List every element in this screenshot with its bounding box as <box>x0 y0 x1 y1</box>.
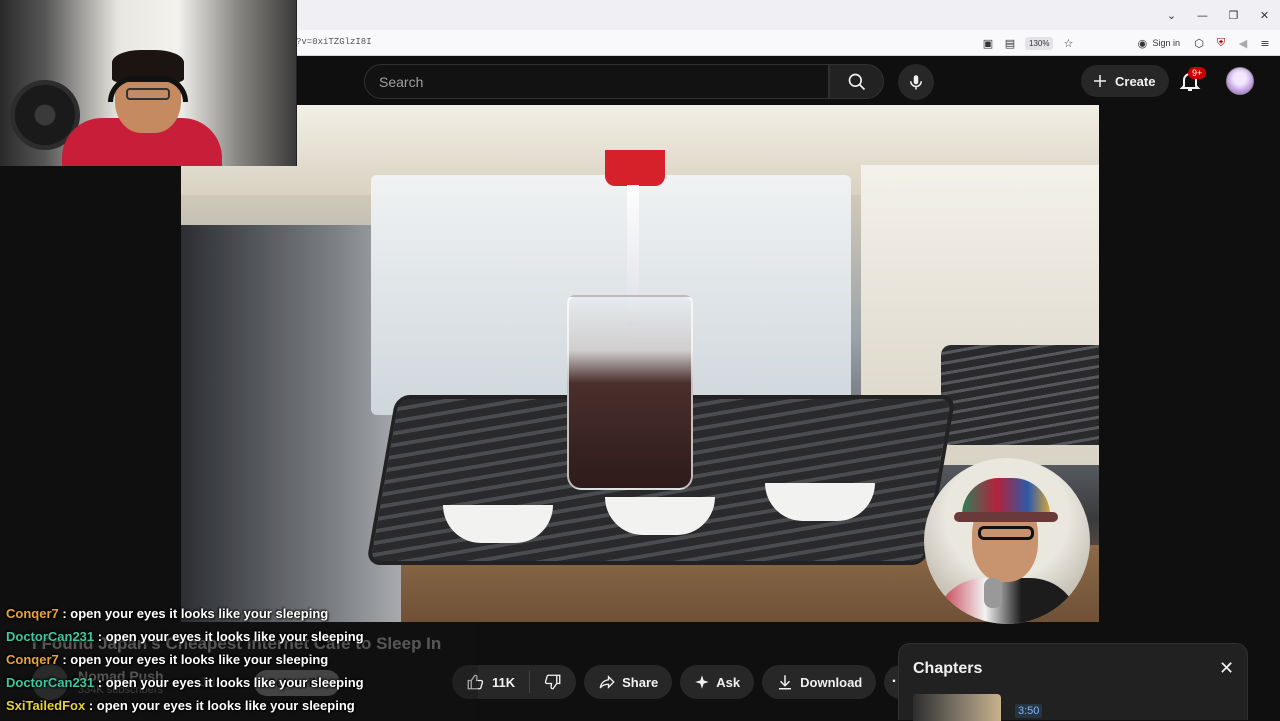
chat-text: : open your eyes it looks like your slee… <box>94 675 364 690</box>
like-count: 11K <box>492 674 516 690</box>
chat-text: : open your eyes it looks like your slee… <box>85 698 355 713</box>
video-frame-nozzle <box>605 150 665 186</box>
zoom-level[interactable]: 130% <box>1025 36 1054 50</box>
search-input[interactable] <box>365 65 828 98</box>
reader-view-icon[interactable]: ▤ <box>1003 36 1017 50</box>
chat-message: DoctorCan231 : open your eyes it looks l… <box>6 629 364 644</box>
ublock-icon[interactable]: ⛨ <box>1214 36 1228 50</box>
voice-search-button[interactable] <box>898 64 934 100</box>
share-icon <box>599 675 615 689</box>
chat-message: DoctorCan231 : open your eyes it looks l… <box>6 675 364 690</box>
sign-in-button[interactable]: ◉ Sign in <box>1131 36 1184 50</box>
tab-list-icon[interactable]: ⌄ <box>1156 9 1187 22</box>
download-icon <box>779 675 792 690</box>
chapters-title: Chapters <box>913 660 983 677</box>
search-icon <box>848 73 865 90</box>
notification-badge: 9+ <box>1188 67 1207 79</box>
webcam-glasses <box>126 88 170 100</box>
chapters-panel: Chapters ✕ 3:50 <box>898 643 1248 721</box>
extensions-icon[interactable]: ⬡ <box>1192 36 1206 50</box>
sign-in-label: Sign in <box>1152 38 1180 48</box>
chat-message: SxiTailedFox : open your eyes it looks l… <box>6 698 355 713</box>
chat-message: Conqer7 : open your eyes it looks like y… <box>6 606 328 621</box>
plus-icon <box>1094 75 1106 87</box>
search-button[interactable] <box>829 64 884 99</box>
search-box <box>364 64 829 99</box>
sparkle-icon <box>695 675 709 689</box>
video-frame-left-machine <box>181 225 401 622</box>
facecam-hat-brim <box>954 512 1058 522</box>
close-window-icon[interactable]: ✕ <box>1249 9 1280 22</box>
chat-username: SxiTailedFox <box>6 698 86 713</box>
ask-button[interactable]: Ask <box>680 665 755 699</box>
restore-icon[interactable]: ❐ <box>1218 9 1249 22</box>
close-icon[interactable]: ✕ <box>1219 658 1234 679</box>
chat-message: Conqer7 : open your eyes it looks like y… <box>6 652 328 667</box>
thumbs-down-icon <box>544 674 561 690</box>
chat-text: : open your eyes it looks like your slee… <box>58 652 329 667</box>
chat-text: : open your eyes it looks like your slee… <box>58 606 329 621</box>
picture-in-picture-icon[interactable]: ▣ <box>981 36 995 50</box>
window-controls: ⌄ — ❐ ✕ <box>1156 0 1280 30</box>
create-button[interactable]: Create <box>1081 65 1170 97</box>
streamer-webcam <box>0 0 297 166</box>
chat-username: DoctorCan231 <box>6 629 95 644</box>
chat-username: Conqer7 <box>6 652 59 667</box>
menu-icon[interactable]: ≡ <box>1258 36 1272 50</box>
microphone-icon <box>910 75 922 90</box>
ask-label: Ask <box>716 674 741 690</box>
minimize-icon[interactable]: — <box>1187 9 1218 22</box>
chat-username: DoctorCan231 <box>6 675 95 690</box>
account-avatar[interactable] <box>1226 67 1254 95</box>
share-label: Share <box>622 674 659 690</box>
account-icon: ◉ <box>1137 36 1148 50</box>
url-text[interactable]: ?v=0xiTZGlzI8I <box>296 37 372 47</box>
facecam-body <box>934 578 1080 624</box>
facecam-glasses <box>978 526 1034 540</box>
video-actions: 11K Share Ask Download ··· <box>452 665 919 699</box>
download-label: Download <box>800 674 863 690</box>
address-bar-tools: ▣ ▤ 130% ☆ ◉ Sign in ⬡ ⛨ ◀ ≡ <box>981 33 1272 53</box>
chat-username: Conqer7 <box>6 606 59 621</box>
share-button[interactable]: Share <box>584 665 673 699</box>
chapter-timestamp[interactable]: 3:50 <box>1015 704 1043 718</box>
video-frame-side-tray <box>941 345 1099 445</box>
dislike-button[interactable] <box>530 665 576 699</box>
creator-facecam <box>924 458 1090 624</box>
download-button[interactable]: Download <box>762 665 877 699</box>
facecam-mic <box>984 578 1002 608</box>
bookmark-star-icon[interactable]: ☆ <box>1061 36 1075 50</box>
chapter-thumbnail[interactable] <box>913 694 1001 721</box>
chat-text: : open your eyes it looks like your slee… <box>94 629 364 644</box>
video-frame-cup <box>567 295 693 490</box>
mute-icon[interactable]: ◀ <box>1236 36 1250 50</box>
create-label: Create <box>1115 73 1156 89</box>
